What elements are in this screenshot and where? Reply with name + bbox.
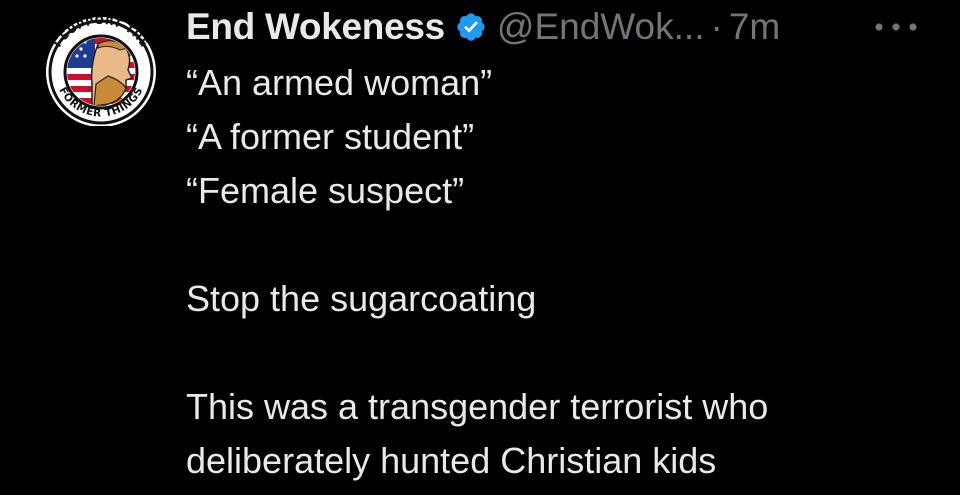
- tweet-line: This was a transgender terrorist who: [186, 386, 769, 427]
- avatar[interactable]: I SUPPORT THE FORMER THINGS: [36, 14, 166, 126]
- tweet-line: “A former student”: [186, 116, 475, 157]
- tweet-line: “Female suspect”: [186, 170, 465, 211]
- display-name[interactable]: End Wokeness: [186, 6, 445, 48]
- user-handle[interactable]: @EndWok...: [497, 6, 705, 48]
- tweet-header: End Wokeness @EndWok... · 7m: [186, 2, 780, 52]
- more-options-icon[interactable]: [873, 22, 919, 32]
- tweet-text: “An armed woman” “A former student” “Fem…: [186, 56, 946, 488]
- tweet-line: Stop the sugarcoating: [186, 278, 537, 319]
- verified-badge-icon[interactable]: [455, 11, 487, 43]
- timestamp[interactable]: 7m: [729, 6, 780, 48]
- tweet: I SUPPORT THE FORMER THINGS End Wokeness…: [0, 0, 960, 495]
- separator-dot: ·: [710, 6, 723, 47]
- tweet-line: deliberately hunted Christian kids: [186, 440, 717, 481]
- tweet-line: “An armed woman”: [186, 62, 493, 103]
